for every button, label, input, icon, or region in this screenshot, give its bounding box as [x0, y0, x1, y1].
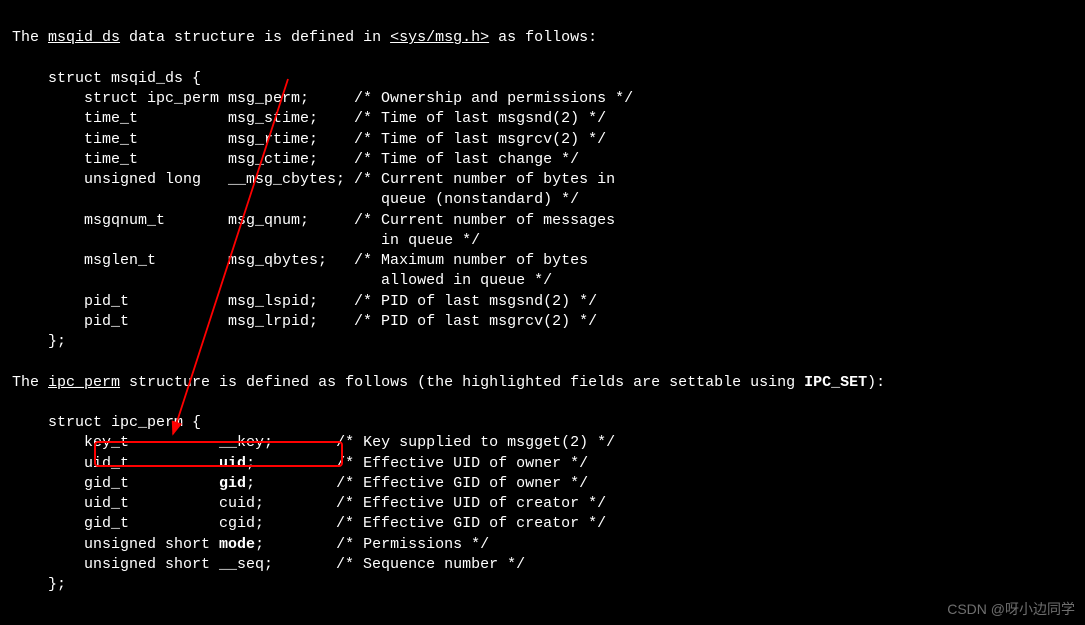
msqid-field: allowed in queue */ [12, 272, 552, 289]
mode-name: mode [219, 536, 255, 553]
key-name: __key; [219, 434, 273, 451]
uid-name: uid [219, 455, 246, 472]
t: key_t [12, 434, 219, 451]
t: ; /* Effective UID of owner */ [246, 455, 588, 472]
ipc-field: unsigned short __seq; /* Sequence number… [12, 556, 525, 573]
msqid-field: time_t msg_rtime; /* Time of last msgrcv… [12, 131, 606, 148]
ipc-open: struct ipc_perm { [12, 414, 201, 431]
t: data structure is defined in [120, 29, 390, 46]
code-page: The msqid_ds data structure is defined i… [0, 0, 1085, 625]
gid-name: gid [219, 475, 246, 492]
msqid-field: struct ipc_perm msg_perm; /* Ownership a… [12, 90, 633, 107]
t: ): [867, 374, 885, 391]
ipc-field-mode: unsigned short mode; /* Permissions */ [12, 536, 489, 553]
t: The [12, 374, 48, 391]
t: as follows: [489, 29, 597, 46]
intro-line-2: The ipc_perm structure is defined as fol… [12, 374, 885, 391]
msqid-field: queue (nonstandard) */ [12, 191, 579, 208]
msqid-close: }; [12, 333, 66, 350]
msqid-open: struct msqid_ds { [12, 70, 201, 87]
intro-line-1: The msqid_ds data structure is defined i… [12, 29, 597, 46]
ipc-field: gid_t cgid; /* Effective GID of creator … [12, 515, 606, 532]
t: ; /* Permissions */ [255, 536, 489, 553]
t: uid_t [12, 455, 219, 472]
ipc-field-key: key_t __key; /* Key supplied to msgget(2… [12, 434, 615, 451]
msqid-field: pid_t msg_lrpid; /* PID of last msgrcv(2… [12, 313, 597, 330]
watermark: CSDN @呀小边同学 [947, 600, 1075, 619]
msqid-field: msgqnum_t msg_qnum; /* Current number of… [12, 212, 615, 229]
ipc-field-gid: gid_t gid; /* Effective GID of owner */ [12, 475, 588, 492]
ipc-field: uid_t cuid; /* Effective UID of creator … [12, 495, 606, 512]
msqid-ds-ref: msqid_ds [48, 29, 120, 46]
t: unsigned short [12, 536, 219, 553]
msqid-field: time_t msg_ctime; /* Time of last change… [12, 151, 579, 168]
ipc-field-uid: uid_t uid; /* Effective UID of owner */ [12, 455, 588, 472]
t: /* Key supplied to msgget(2) */ [273, 434, 615, 451]
msqid-field: in queue */ [12, 232, 480, 249]
msqid-field: pid_t msg_lspid; /* PID of last msgsnd(2… [12, 293, 597, 310]
ipc-set-const: IPC_SET [804, 374, 867, 391]
msqid-field: msglen_t msg_qbytes; /* Maximum number o… [12, 252, 588, 269]
ipc-close: }; [12, 576, 66, 593]
msqid-field: unsigned long __msg_cbytes; /* Current n… [12, 171, 615, 188]
msqid-field: time_t msg_stime; /* Time of last msgsnd… [12, 110, 606, 127]
sys-msg-header: <sys/msg.h> [390, 29, 489, 46]
t: The [12, 29, 48, 46]
t: gid_t [12, 475, 219, 492]
t: structure is defined as follows (the hig… [120, 374, 804, 391]
ipc-perm-ref: ipc_perm [48, 374, 120, 391]
t: ; /* Effective GID of owner */ [246, 475, 588, 492]
